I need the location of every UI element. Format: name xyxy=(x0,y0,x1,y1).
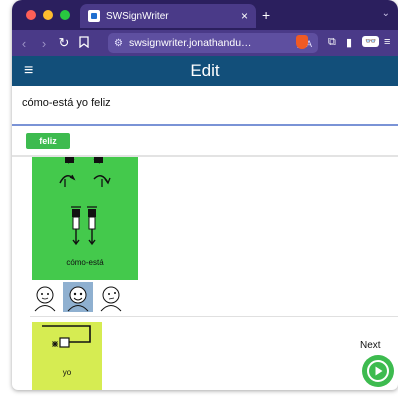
divider xyxy=(30,316,398,317)
face-selected-icon[interactable] xyxy=(63,282,93,312)
play-circle-icon xyxy=(367,360,389,382)
sign-text-value: cómo-está yo feliz xyxy=(22,97,111,109)
facial-expression-options xyxy=(30,282,130,312)
browser-toolbar: ‹ › ↻ ⚙ swsignwriter.jonathandu… 文A ⧉ ▮ … xyxy=(12,30,398,56)
reload-icon[interactable]: ↻ xyxy=(56,35,72,51)
address-bar[interactable]: ⚙ swsignwriter.jonathandu… 文A xyxy=(108,33,318,53)
signwriting-como-esta-icon xyxy=(59,157,111,246)
close-window-button[interactable] xyxy=(26,10,36,20)
forward-arrow-icon[interactable]: › xyxy=(36,36,52,51)
window-controls xyxy=(26,10,70,20)
next-label: Next xyxy=(360,340,381,351)
word-chip-feliz[interactable]: feliz xyxy=(26,133,70,149)
next-button[interactable] xyxy=(362,355,394,387)
app-header: ≡ Edit xyxy=(12,56,398,86)
sign-text-input[interactable]: cómo-está yo feliz xyxy=(12,86,398,126)
zoom-window-button[interactable] xyxy=(60,10,70,20)
tab-swsignwriter[interactable]: SWSignWriter × xyxy=(80,4,256,28)
bookmark-icon[interactable] xyxy=(76,35,92,51)
word-chip-row: feliz xyxy=(12,128,398,156)
sign-label: cómo-está xyxy=(66,258,104,267)
signwriting-yo-icon xyxy=(42,325,91,348)
face-neutral-icon[interactable] xyxy=(30,282,60,312)
tab-list-chevron-icon[interactable]: ⌄ xyxy=(382,8,390,19)
extensions-icon[interactable]: ⧉ xyxy=(328,36,336,49)
site-settings-icon[interactable]: ⚙ xyxy=(114,38,123,49)
url-text: swsignwriter.jonathandu… xyxy=(128,37,252,49)
face-tilted-icon[interactable] xyxy=(96,282,126,312)
menu-icon[interactable]: ≡ xyxy=(384,36,390,48)
sign-label: yo xyxy=(62,368,72,377)
browser-window: SWSignWriter × + ⌄ ‹ › ↻ ⚙ swsignwriter.… xyxy=(12,0,398,390)
brave-shield-icon[interactable] xyxy=(296,35,308,49)
tab-title: SWSignWriter xyxy=(106,10,169,22)
sidebar-icon[interactable]: ▮ xyxy=(346,36,352,49)
swsignwriter-favicon-icon xyxy=(88,10,100,22)
private-glasses-icon[interactable]: 👓 xyxy=(362,36,380,47)
sign-card-yo[interactable]: yo xyxy=(32,322,102,390)
back-arrow-icon[interactable]: ‹ xyxy=(16,36,32,51)
new-tab-button[interactable]: + xyxy=(262,7,270,23)
tab-strip: SWSignWriter × + ⌄ xyxy=(12,0,398,30)
minimize-window-button[interactable] xyxy=(43,10,53,20)
tab-close-icon[interactable]: × xyxy=(241,9,248,23)
page-title: Edit xyxy=(190,61,220,80)
sign-card-como-esta[interactable]: cómo-está xyxy=(32,157,138,280)
